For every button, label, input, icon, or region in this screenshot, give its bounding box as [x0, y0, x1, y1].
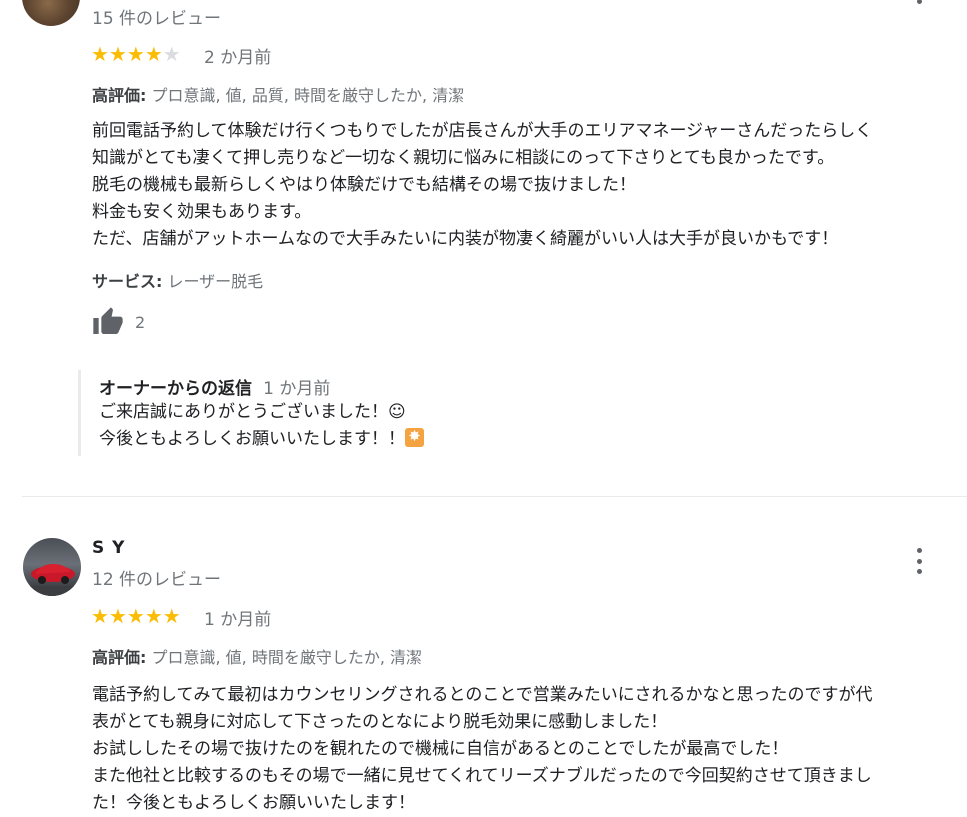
star-rating: ★ ★ ★ ★ ★ — [91, 606, 181, 626]
like-button[interactable]: 2 — [91, 306, 145, 338]
star-icon: ★ — [144, 42, 163, 66]
car-photo-icon — [23, 564, 81, 596]
like-count: 2 — [135, 312, 146, 332]
highlights-value: プロ意識, 値, 品質, 時間を厳守したか, 清潔 — [151, 86, 465, 105]
star-icon: ★ — [162, 42, 181, 66]
review-service: サービス: レーザー脱毛 — [92, 268, 263, 292]
star-icon: ★ — [144, 604, 163, 628]
more-options-icon[interactable] — [909, 0, 929, 4]
owner-reply-header: オーナーからの返信 1 か月前 — [99, 374, 599, 399]
service-label: サービス: — [92, 272, 163, 291]
star-icon: ★ — [91, 42, 109, 66]
review-time: 2 か月前 — [204, 48, 272, 68]
star-icon: ★ — [108, 604, 127, 628]
star-icon: ★ — [126, 604, 145, 628]
more-options-icon[interactable] — [909, 548, 929, 574]
thumbs-up-icon — [93, 307, 123, 334]
review-time: 1 か月前 — [204, 610, 272, 630]
review-text: 前回電話予約して体験だけ行くつもりでしたが店長さんが大手のエリアマネージャーさん… — [92, 121, 873, 249]
owner-reply: オーナーからの返信 1 か月前 ご来店誠にありがとうございました！☺ 今後ともよ… — [78, 370, 599, 456]
review-highlights: 高評価: プロ意識, 値, 品質, 時間を厳守したか, 清潔 — [92, 82, 464, 106]
review-highlights: 高評価: プロ意識, 値, 時間を厳守したか, 清潔 — [92, 644, 422, 668]
reviewer-avatar[interactable] — [22, 0, 80, 26]
owner-reply-line-1: ご来店誠にありがとうございました！☺ — [99, 402, 406, 422]
service-value: レーザー脱毛 — [167, 272, 264, 291]
highlights-label: 高評価: — [92, 648, 147, 667]
review-text: 電話予約してみて最初はカウンセリングされるとのことで営業みたいにされるかなと思っ… — [92, 685, 873, 813]
star-icon: ★ — [91, 604, 109, 628]
owner-reply-time: 1 か月前 — [263, 379, 331, 399]
star-icon: ★ — [126, 42, 145, 66]
owner-reply-title: オーナーからの返信 — [99, 379, 252, 399]
highlights-value: プロ意識, 値, 時間を厳守したか, 清潔 — [151, 648, 423, 667]
star-icon: ★ — [108, 42, 127, 66]
highlights-label: 高評価: — [92, 86, 147, 105]
reviewer-avatar[interactable] — [23, 538, 81, 596]
reviewer-review-count[interactable]: 12 件のレビュー — [92, 565, 221, 590]
reviewer-review-count[interactable]: 15 件のレビュー — [92, 4, 221, 29]
star-rating: ★ ★ ★ ★ ★ — [91, 44, 181, 64]
owner-reply-line-2: 今後ともよろしくお願いいたします！！ — [99, 426, 599, 453]
owner-reply-line-2-text: 今後ともよろしくお願いいたします！！ — [99, 429, 405, 449]
review-divider — [22, 496, 967, 497]
sparkle-emoji-icon — [405, 427, 424, 447]
star-icon: ★ — [162, 604, 181, 628]
reviewer-name[interactable]: S Y — [92, 538, 125, 558]
